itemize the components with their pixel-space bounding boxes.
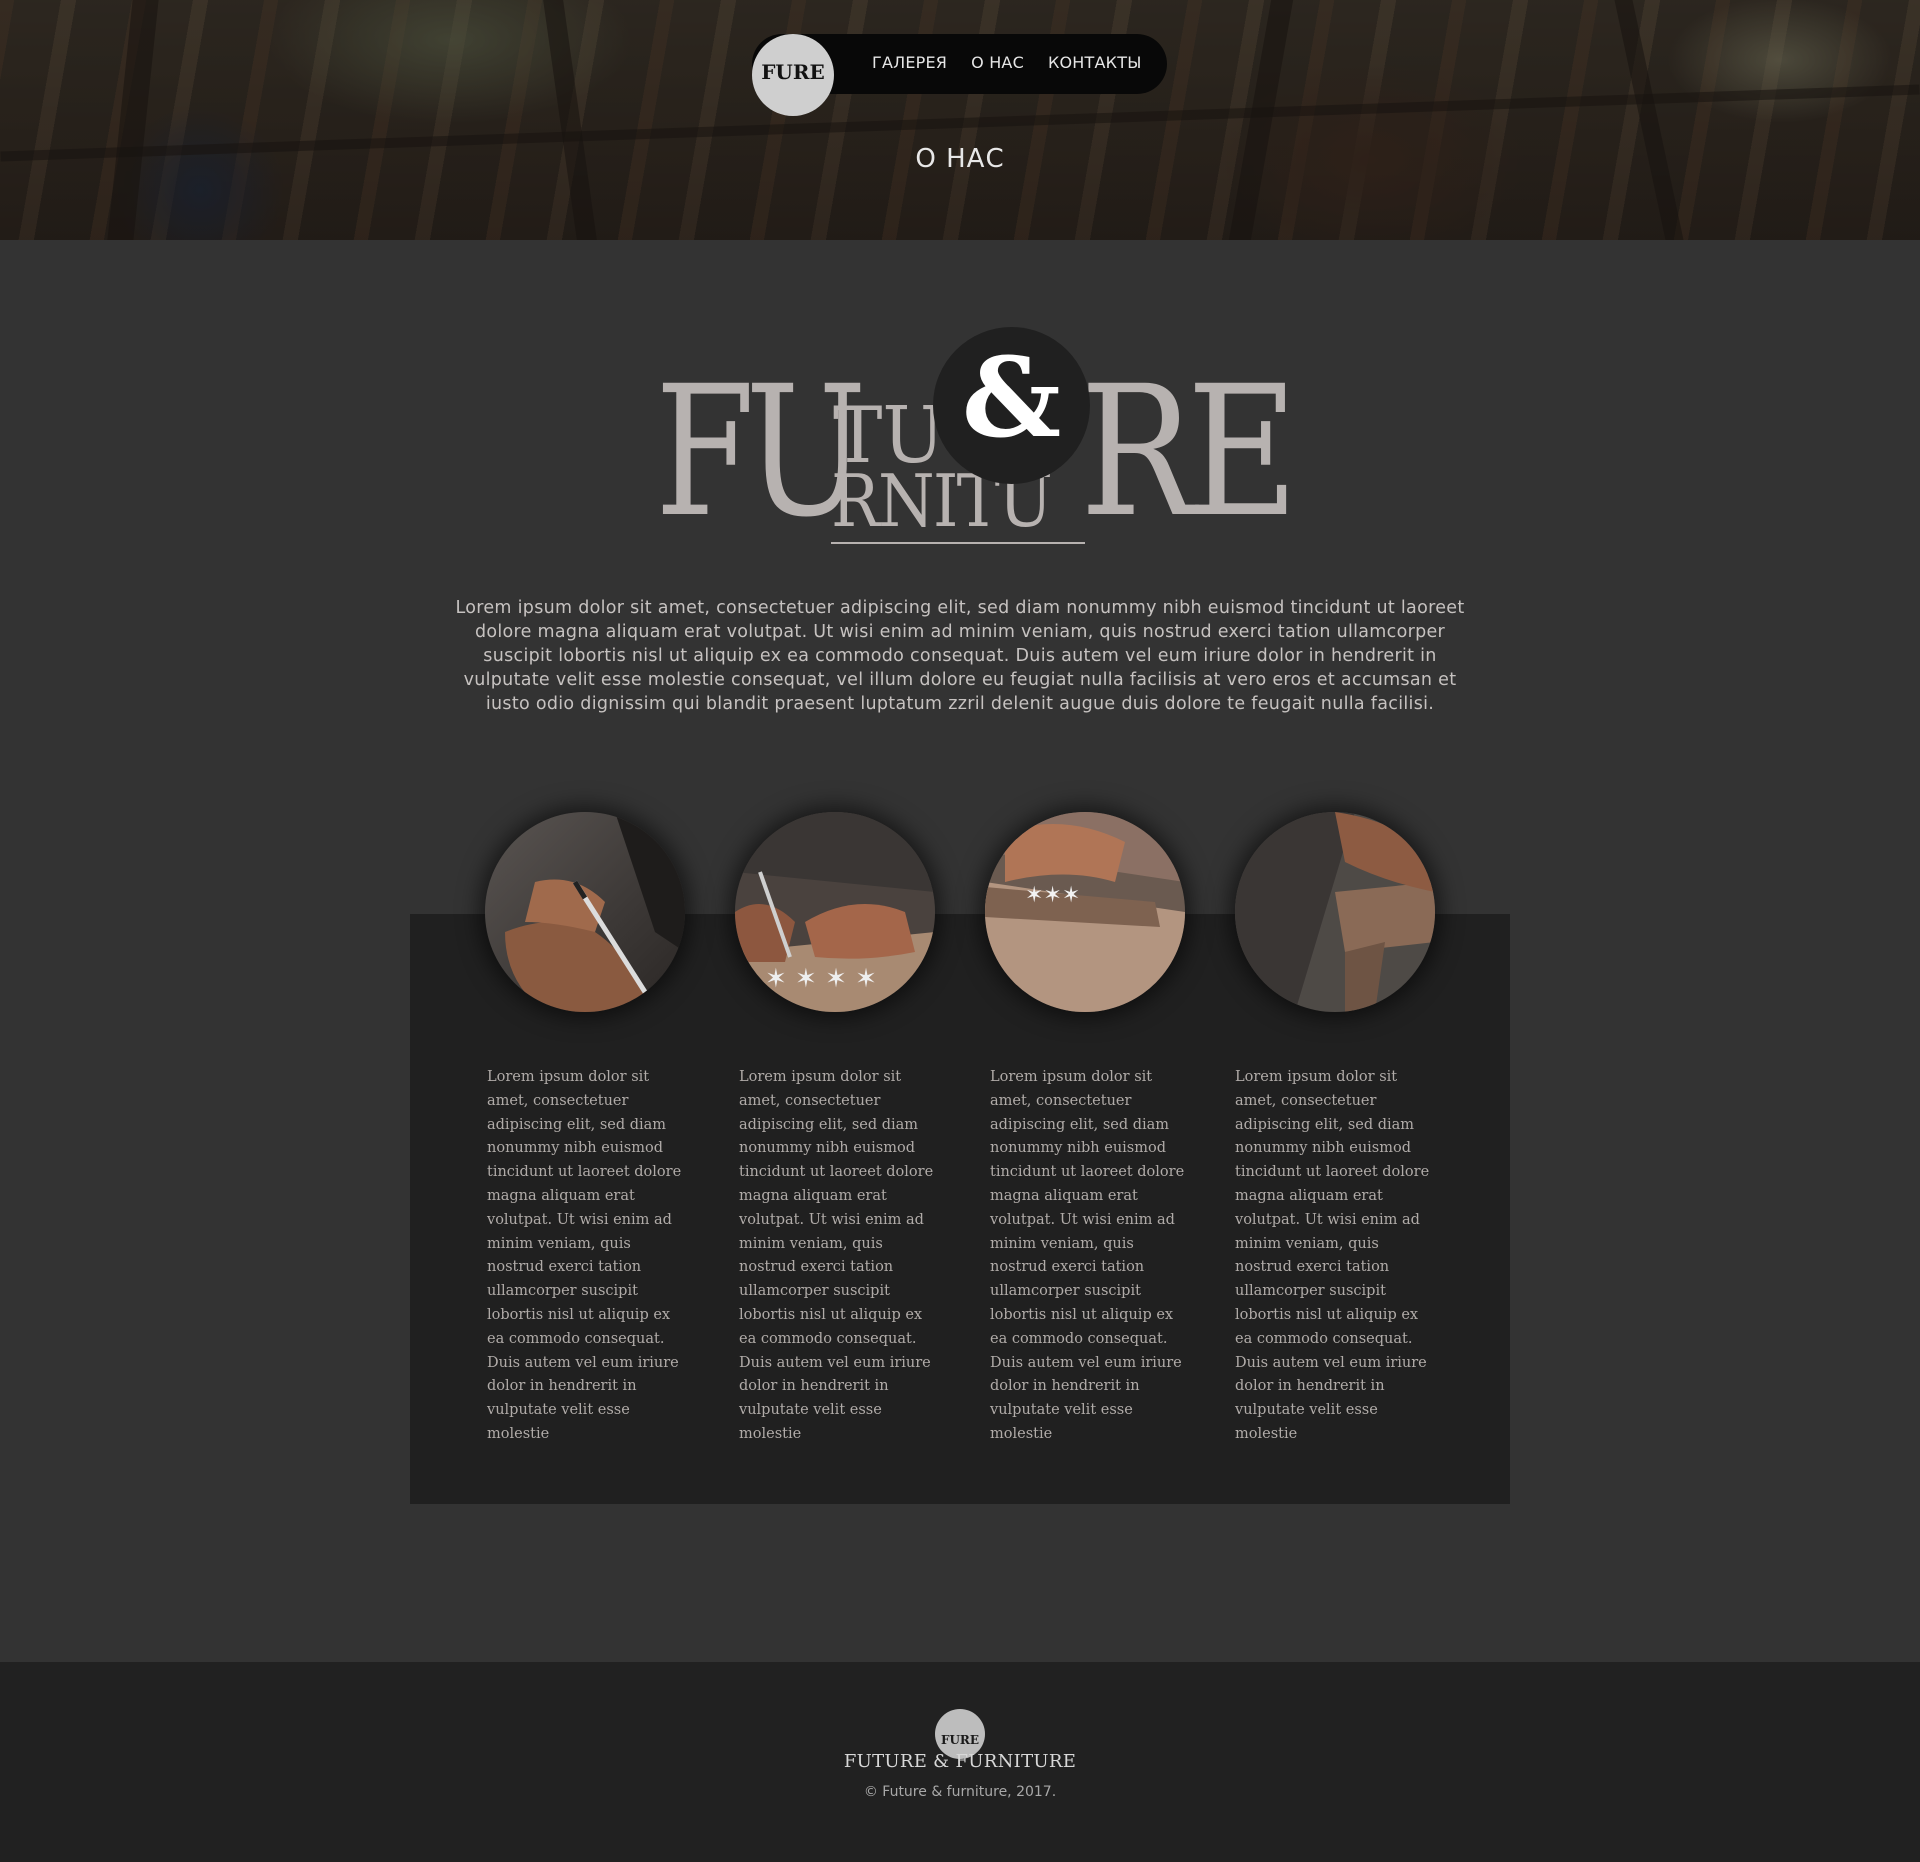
feature-image-marking: ✶ ✶ ✶ ✶ <box>735 812 935 1012</box>
feature-text-1: Lorem ipsum dolor sit amet, consectetuer… <box>487 1069 682 1442</box>
hands-marking-image: ✶ ✶ ✶ ✶ <box>735 812 935 1012</box>
hand-writing-image <box>485 812 685 1012</box>
nav-menu: ГАЛЕРЕЯ О НАС КОНТАКТЫ <box>872 53 1142 72</box>
feature-image-writing <box>485 812 685 1012</box>
svg-text:✶ ✶ ✶ ✶: ✶ ✶ ✶ ✶ <box>765 964 877 994</box>
feature-text-2: Lorem ipsum dolor sit amet, consectetuer… <box>739 1069 934 1442</box>
nav-item-gallery[interactable]: ГАЛЕРЕЯ <box>872 53 947 72</box>
hero-banner: FURE ГАЛЕРЕЯ О НАС КОНТАКТЫ О НАС <box>0 0 1920 240</box>
page-title: О НАС <box>915 144 1005 174</box>
nav-item-contacts[interactable]: КОНТАКТЫ <box>1048 53 1142 72</box>
feature-image-plank: ✶✶✶ <box>985 812 1185 1012</box>
nav-logo[interactable]: FURE <box>752 34 834 116</box>
svg-text:✶✶✶: ✶✶✶ <box>1025 883 1080 908</box>
footer-logo-text: FURE <box>940 1733 980 1747</box>
hand-carving-image <box>1235 812 1435 1012</box>
nav-logo-text: FURE <box>761 60 825 84</box>
footer-copyright: © Future & furniture, 2017. <box>863 1784 1057 1800</box>
ampersand: & <box>961 333 1062 462</box>
feature-image-carving <box>1235 812 1435 1012</box>
feature-text-3: Lorem ipsum dolor sit amet, consectetuer… <box>990 1069 1185 1442</box>
logo-underline <box>831 542 1085 544</box>
logo-part-re: RE <box>1080 348 1298 557</box>
nav-item-about[interactable]: О НАС <box>971 53 1024 72</box>
logo-part-fu: FU <box>655 348 867 557</box>
brand-logo: FU TU RNITU RE & <box>655 325 1298 557</box>
footer: FURE FUTURE & FURNITURE © Future & furni… <box>0 1662 1920 1862</box>
feature-text-4: Lorem ipsum dolor sit amet, consectetuer… <box>1235 1069 1430 1442</box>
hands-plank-image: ✶✶✶ <box>985 812 1185 1012</box>
footer-brand-name: FUTURE & FURNITURE <box>843 1751 1077 1772</box>
intro-text: Lorem ipsum dolor sit amet, consectetuer… <box>455 598 1465 714</box>
